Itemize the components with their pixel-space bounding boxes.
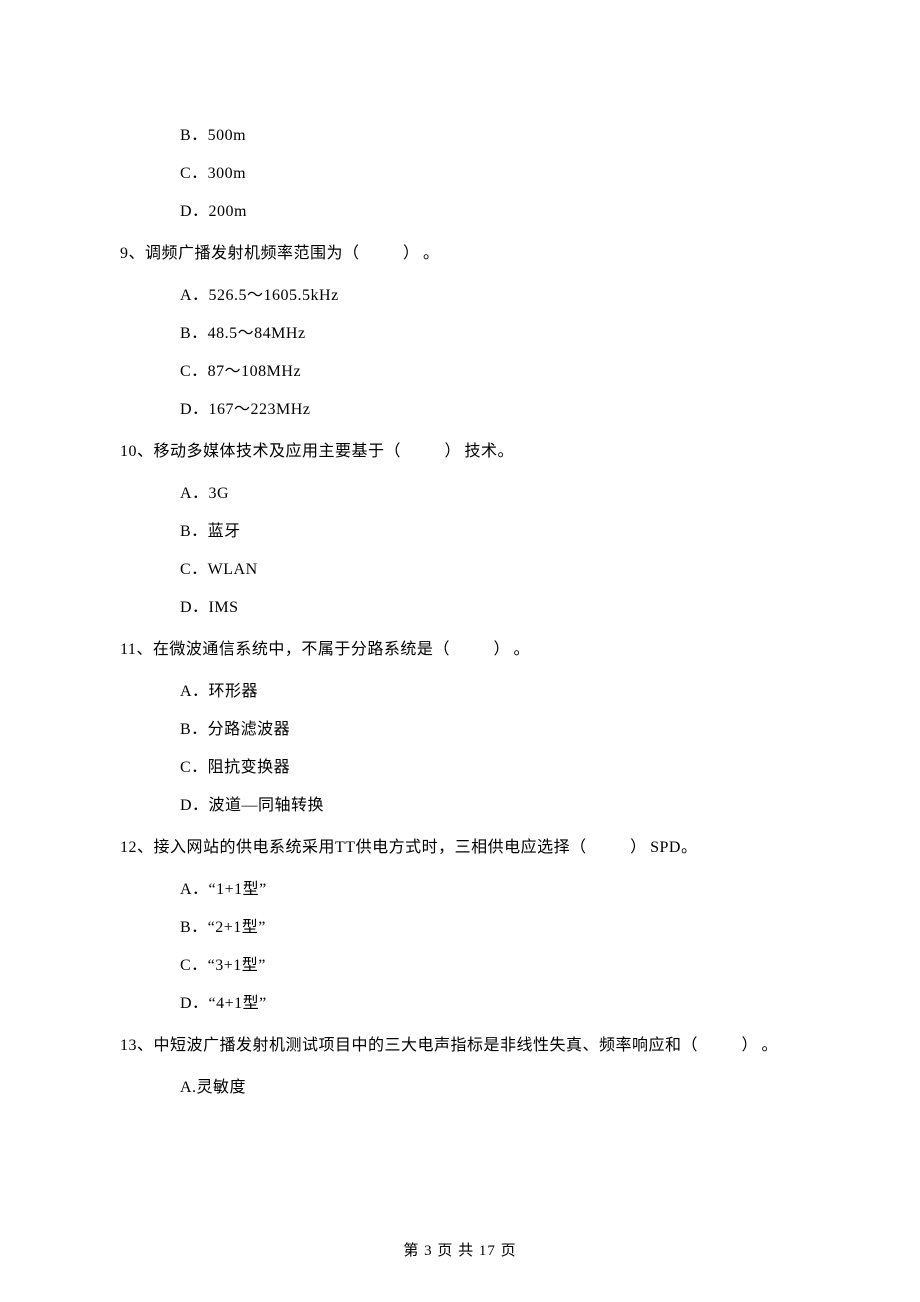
question-text-post: 技术。 <box>465 443 515 460</box>
option-row: C．WLAN <box>180 558 800 582</box>
answer-blank: （ ） <box>682 1034 762 1058</box>
page-footer: 第 3 页 共 17 页 <box>0 1240 920 1263</box>
option-row: C．87～108MHz <box>180 360 800 384</box>
question-number: 10、 <box>120 443 154 460</box>
option-row: D．“4+1型” <box>180 992 800 1016</box>
option-row: A．3G <box>180 482 800 506</box>
question-text-pre: 移动多媒体技术及应用主要基于 <box>154 443 385 460</box>
question-text-pre: 接入网站的供电系统采用TT供电方式时，三相供电应选择 <box>154 839 571 856</box>
question-stem: 9、调频广播发射机频率范围为（ ）。 <box>120 242 800 266</box>
option-row: C．“3+1型” <box>180 954 800 978</box>
question-text-post: 。 <box>423 245 440 262</box>
answer-blank: （ ） <box>570 836 650 860</box>
option-row: B．分路滤波器 <box>180 718 800 742</box>
question-stem: 12、接入网站的供电系统采用TT供电方式时，三相供电应选择（ ）SPD。 <box>120 836 800 860</box>
page: B．500m C．300m D．200m 9、调频广播发射机频率范围为（ ）。 … <box>0 0 920 1302</box>
option-row: D．波道—同轴转换 <box>180 794 800 818</box>
option-row: D．200m <box>180 200 800 224</box>
question-text-post: 。 <box>762 1037 779 1054</box>
option-row: A.灵敏度 <box>180 1076 800 1100</box>
option-row: A．526.5～1605.5kHz <box>180 284 800 308</box>
question-stem: 13、中短波广播发射机测试项目中的三大电声指标是非线性失真、频率响应和（ ）。 <box>120 1034 800 1058</box>
option-row: B．500m <box>180 124 800 148</box>
question-stem: 11、在微波通信系统中，不属于分路系统是（ ）。 <box>120 638 800 662</box>
option-row: B．蓝牙 <box>180 520 800 544</box>
option-row: D．167～223MHz <box>180 398 800 422</box>
answer-blank: （ ） <box>385 440 465 464</box>
option-row: D．IMS <box>180 596 800 620</box>
question-text-pre: 中短波广播发射机测试项目中的三大电声指标是非线性失真、频率响应和 <box>154 1037 682 1054</box>
option-row: A．“1+1型” <box>180 878 800 902</box>
question-text-post: 。 <box>513 641 530 658</box>
question-number: 9、 <box>120 245 145 262</box>
question-text-pre: 在微波通信系统中，不属于分路系统是 <box>153 641 434 658</box>
answer-blank: （ ） <box>343 242 423 266</box>
question-text-post: SPD。 <box>650 839 697 856</box>
option-row: C．300m <box>180 162 800 186</box>
question-number: 13、 <box>120 1037 154 1054</box>
option-row: A．环形器 <box>180 680 800 704</box>
question-text-pre: 调频广播发射机频率范围为 <box>145 245 343 262</box>
question-number: 11、 <box>120 641 153 658</box>
option-row: B．“2+1型” <box>180 916 800 940</box>
question-stem: 10、移动多媒体技术及应用主要基于（ ）技术。 <box>120 440 800 464</box>
option-row: B．48.5～84MHz <box>180 322 800 346</box>
answer-blank: （ ） <box>433 638 513 662</box>
option-row: C．阻抗变换器 <box>180 756 800 780</box>
question-number: 12、 <box>120 839 154 856</box>
